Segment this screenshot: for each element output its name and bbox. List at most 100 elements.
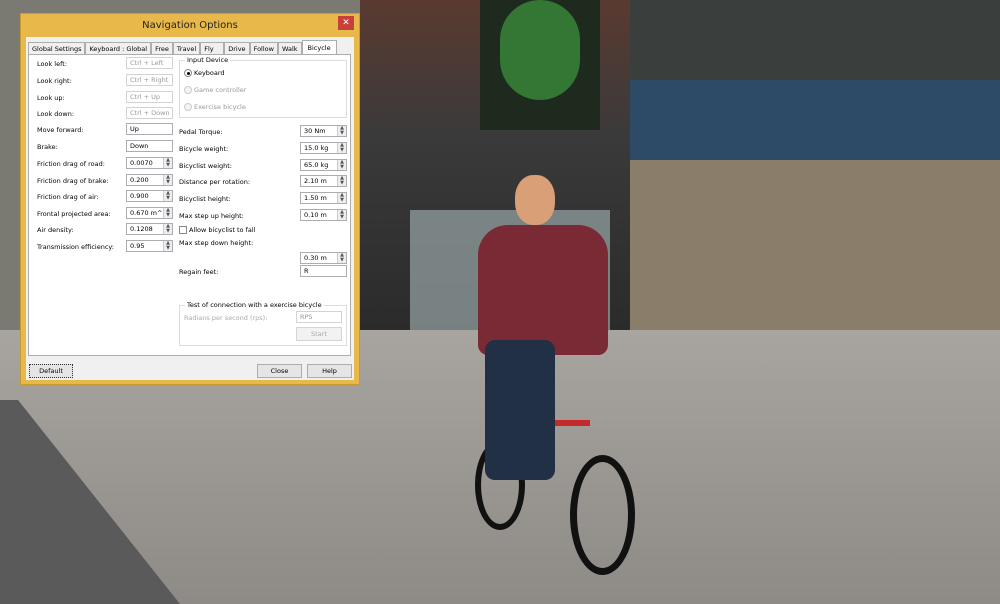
spin-arrows-icon[interactable]: ▲ ▼ [163,175,172,185]
test-connection-group: Test of connection with a exercise bicyc… [179,301,347,346]
frontal-area-label: Frontal projected area: [37,210,111,218]
bicycle-weight-label: Bicycle weight: [179,145,229,153]
spin-arrows-icon[interactable]: ▲ ▼ [337,143,346,153]
cyclist-head [515,175,555,225]
air-density-label: Air density: [37,226,74,234]
building-right-top [630,0,1000,90]
radio-game-controller[interactable]: Game controller [184,86,246,94]
radio-selected-icon [184,69,192,77]
value: 1.50 m [304,194,327,202]
close-button[interactable]: Close [257,364,302,378]
distance-per-rotation-spinner[interactable]: 2.10 m ▲ ▼ [300,175,347,187]
look-down-label: Look down: [37,110,75,118]
spin-arrows-icon[interactable]: ▲ ▼ [337,210,346,220]
spin-arrows-icon[interactable]: ▲ ▼ [337,176,346,186]
spin-arrows-icon[interactable]: ▲ ▼ [337,126,346,136]
dialog-title: Navigation Options [142,20,238,31]
rps-field[interactable]: RPS [296,311,342,323]
value: 0.670 m^2 [130,209,167,217]
test-connection-title: Test of connection with a exercise bicyc… [185,301,324,309]
cyclist-jeans [485,340,555,480]
friction-road-label: Friction drag of road: [37,160,105,168]
bicyclist-weight-spinner[interactable]: 65.0 kg ▲ ▼ [300,159,347,171]
look-right-label: Look right: [37,77,72,85]
tab-bicycle[interactable]: Bicycle [301,40,337,55]
checkbox-icon [179,226,187,234]
blue-sign [630,80,1000,160]
value: 0.30 m [304,254,327,262]
cyclist-shirt [478,225,608,355]
pedal-torque-label: Pedal Torque: [179,128,223,136]
value: 65.0 kg [304,161,329,169]
bicycle-weight-spinner[interactable]: 15.0 kg ▲ ▼ [300,142,347,154]
spin-arrows-icon[interactable]: ▲ ▼ [337,193,346,203]
value: 0.900 [130,192,149,200]
move-forward-field[interactable]: Up [126,123,173,135]
close-icon[interactable]: ✕ [338,16,354,30]
regain-feet-field[interactable]: R [300,265,347,277]
help-button[interactable]: Help [307,364,352,378]
radio-label: Keyboard [194,69,225,77]
input-device-group: Input Device Keyboard Game controller Ex… [179,56,347,118]
default-button[interactable]: Default [29,364,73,378]
value: 0.10 m [304,211,327,219]
checkbox-label: Allow bicyclist to fall [189,226,256,234]
value: 0.95 [130,242,145,250]
friction-air-spinner[interactable]: 0.900 ▲ ▼ [126,190,173,202]
value: 2.10 m [304,177,327,185]
radio-icon [184,103,192,111]
regain-feet-label: Regain feet: [179,268,219,276]
radio-exercise-bicycle[interactable]: Exercise bicycle [184,103,246,111]
green-sign [500,0,580,100]
value: 0.200 [130,176,149,184]
look-up-field[interactable]: Ctrl + Up [126,91,173,103]
friction-brake-label: Friction drag of brake: [37,177,109,185]
value: 0.1208 [130,225,153,233]
friction-road-spinner[interactable]: 0.0070 ▲ ▼ [126,157,173,169]
value: 0.0070 [130,159,153,167]
allow-bicyclist-fall-checkbox[interactable]: Allow bicyclist to fall [179,226,255,234]
spin-arrows-icon[interactable]: ▲ ▼ [163,224,172,234]
distance-per-rotation-label: Distance per rotation: [179,178,251,186]
transmission-efficiency-label: Transmission efficiency: [37,243,114,251]
radio-label: Exercise bicycle [194,103,246,111]
friction-brake-spinner[interactable]: 0.200 ▲ ▼ [126,174,173,186]
max-step-down-spinner[interactable]: 0.30 m ▲ ▼ [300,252,347,264]
brake-field[interactable]: Down [126,140,173,152]
look-right-field[interactable]: Ctrl + Right [126,74,173,86]
bicycle-front-wheel [570,455,635,575]
navigation-options-dialog: Navigation Options ✕ Global Settings Key… [20,13,360,385]
spin-arrows-icon[interactable]: ▲ ▼ [163,158,172,168]
radio-icon [184,86,192,94]
transmission-efficiency-spinner[interactable]: 0.95 ▲ ▼ [126,240,173,252]
bicycle-panel: Look left: Ctrl + Left Look right: Ctrl … [28,54,351,356]
start-button[interactable]: Start [296,327,342,341]
radio-keyboard[interactable]: Keyboard [184,69,225,77]
look-left-field[interactable]: Ctrl + Left [126,57,173,69]
max-step-down-label: Max step down height: [179,239,254,247]
bicyclist-height-spinner[interactable]: 1.50 m ▲ ▼ [300,192,347,204]
air-density-spinner[interactable]: 0.1208 ▲ ▼ [126,223,173,235]
max-step-up-label: Max step up height: [179,212,244,220]
frontal-area-spinner[interactable]: 0.670 m^2 ▲ ▼ [126,207,173,219]
look-up-label: Look up: [37,94,65,102]
look-down-field[interactable]: Ctrl + Down [126,107,173,119]
value: 30 Nm [304,127,326,135]
spin-arrows-icon[interactable]: ▲ ▼ [163,208,172,218]
move-forward-label: Move forward: [37,126,84,134]
brake-label: Brake: [37,143,58,151]
spin-arrows-icon[interactable]: ▲ ▼ [163,191,172,201]
spin-arrows-icon[interactable]: ▲ ▼ [337,160,346,170]
spin-arrows-icon[interactable]: ▲ ▼ [163,241,172,251]
look-left-label: Look left: [37,60,68,68]
input-device-title: Input Device [185,56,231,64]
friction-air-label: Friction drag of air: [37,193,99,201]
max-step-up-spinner[interactable]: 0.10 m ▲ ▼ [300,209,347,221]
pedal-torque-spinner[interactable]: 30 Nm ▲ ▼ [300,125,347,137]
radio-label: Game controller [194,86,247,94]
spin-arrows-icon[interactable]: ▲ ▼ [337,253,346,263]
tab-bar: Global Settings Keyboard : Global Free T… [28,40,337,55]
bicyclist-weight-label: Bicyclist weight: [179,162,232,170]
rps-label: Radians per second (rps): [184,314,268,322]
bicyclist-height-label: Bicyclist height: [179,195,231,203]
